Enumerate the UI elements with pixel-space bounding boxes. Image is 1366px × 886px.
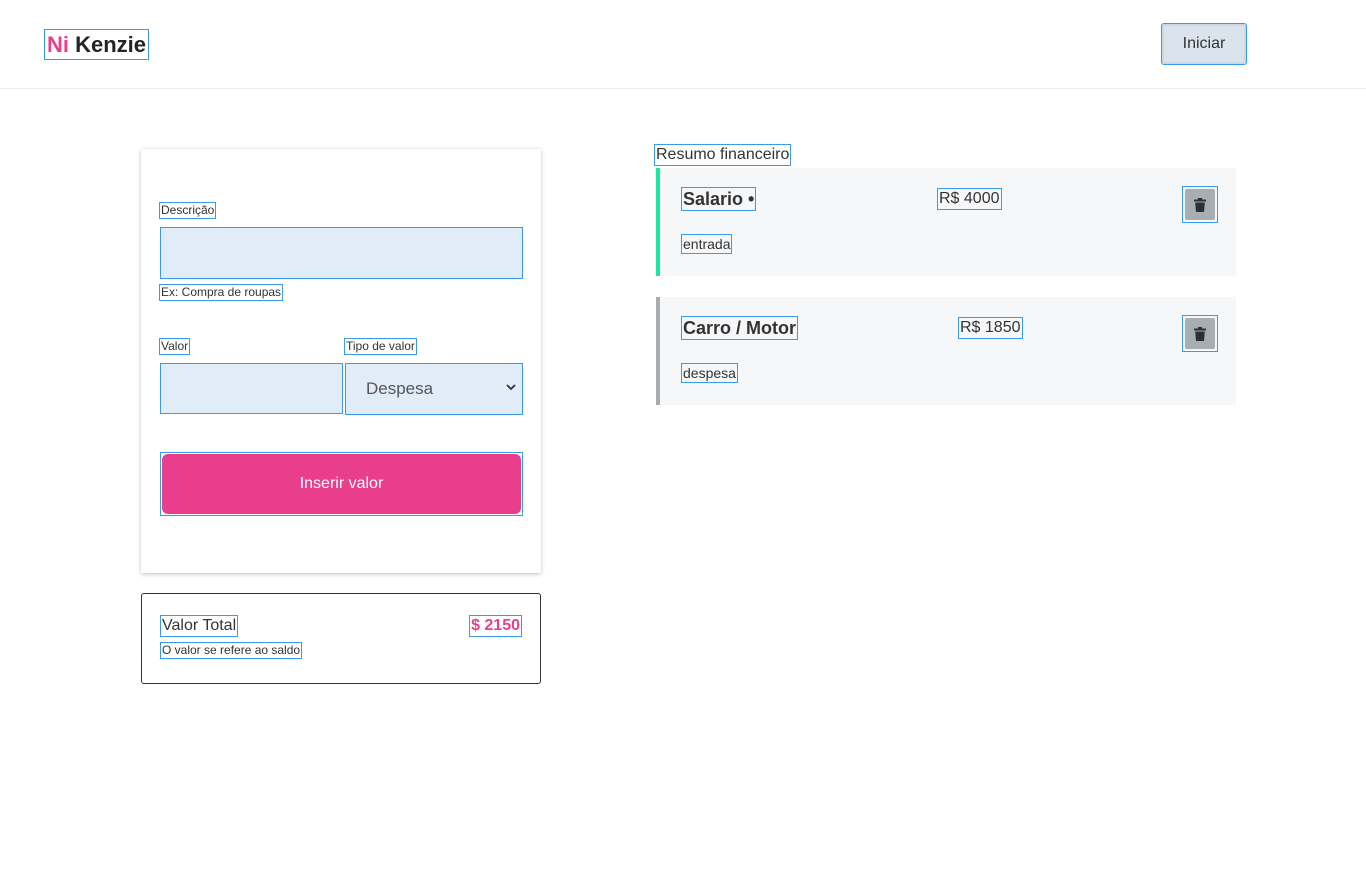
- entry-name: Carro / Motor: [680, 316, 799, 340]
- total-label: Valor Total: [159, 615, 239, 637]
- top-header: Ni Kenzie Iniciar: [0, 0, 1366, 89]
- total-card: Valor Total $ 2150 O valor se refere ao …: [141, 593, 541, 684]
- value-label: Valor: [158, 338, 191, 355]
- list-item: Carro / Motor R$ 1850 despesa: [656, 297, 1236, 405]
- type-select[interactable]: Despesa: [345, 363, 523, 415]
- logo-primary: Ni: [47, 32, 69, 57]
- start-button[interactable]: Iniciar: [1161, 23, 1247, 65]
- description-input[interactable]: [160, 227, 523, 279]
- total-note: O valor se refere ao saldo: [159, 642, 303, 659]
- entry-amount: R$ 1850: [958, 317, 1023, 339]
- description-hint: Ex: Compra de roupas: [158, 284, 284, 301]
- insert-value-button[interactable]: Inserir valor: [160, 452, 523, 516]
- delete-button[interactable]: [1182, 186, 1218, 223]
- transaction-form: Descrição Ex: Compra de roupas Valor Tip…: [141, 149, 541, 573]
- summary-title: Resumo financeiro: [653, 144, 792, 166]
- type-select-value: Despesa: [366, 379, 434, 398]
- entry-kind: despesa: [681, 363, 738, 383]
- entry-amount: R$ 4000: [937, 188, 1002, 210]
- logo: Ni Kenzie: [43, 29, 150, 60]
- logo-secondary: Kenzie: [75, 32, 147, 57]
- description-label: Descrição: [158, 202, 217, 219]
- value-input[interactable]: [160, 363, 343, 414]
- entry-name: Salario •: [680, 187, 757, 211]
- type-label: Tipo de valor: [344, 338, 417, 355]
- entry-kind: entrada: [680, 234, 733, 254]
- delete-button[interactable]: [1182, 315, 1218, 352]
- trash-icon: [1185, 189, 1215, 220]
- total-value: $ 2150: [469, 615, 522, 637]
- trash-icon: [1185, 318, 1215, 349]
- chevron-down-icon: [506, 380, 516, 394]
- list-item: Salario • R$ 4000 entrada: [656, 168, 1236, 276]
- insert-value-label: Inserir valor: [162, 454, 521, 514]
